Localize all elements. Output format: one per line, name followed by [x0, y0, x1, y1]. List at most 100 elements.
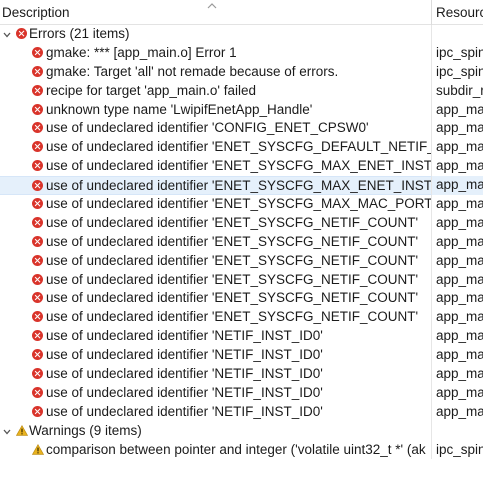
resource-cell: ipc_spin — [436, 63, 483, 79]
error-row[interactable]: use of undeclared identifier 'ENET_SYSCF… — [0, 289, 483, 309]
warnings-group-row[interactable]: Warnings (9 items) — [0, 421, 483, 441]
description-text: use of undeclared identifier 'ENET_SYSCF… — [46, 139, 432, 155]
error-row[interactable]: use of undeclared identifier 'NETIF_INST… — [0, 402, 483, 422]
error-icon — [32, 84, 43, 96]
warnings-group-resource-cell — [433, 422, 483, 441]
error-icon — [32, 368, 43, 380]
description-text: use of undeclared identifier 'NETIF_INST… — [46, 403, 323, 419]
chevron-down-icon[interactable] — [2, 30, 12, 40]
problems-tree: Errors (21 items) gmake: *** [app_main.o… — [0, 25, 483, 460]
resource-cell: app_ma — [436, 101, 483, 117]
resource-cell: ipc_spin — [436, 441, 483, 457]
error-icon — [32, 311, 43, 323]
warning-icon — [32, 443, 44, 455]
resource-cell: app_ma — [436, 252, 483, 268]
resource-cell: app_ma — [436, 177, 483, 193]
error-row[interactable]: use of undeclared identifier 'NETIF_INST… — [0, 346, 483, 366]
description-text: use of undeclared identifier 'ENET_SYSCF… — [46, 309, 419, 325]
errors-group-label: Errors (21 items) — [29, 26, 130, 41]
resource-cell: app_ma — [436, 120, 483, 136]
errors-group-row[interactable]: Errors (21 items) — [0, 25, 483, 44]
description-text: gmake: *** [app_main.o] Error 1 — [46, 44, 237, 60]
error-row[interactable]: use of undeclared identifier 'NETIF_INST… — [0, 365, 483, 384]
error-row[interactable]: gmake: Target 'all' not remade because o… — [0, 62, 483, 82]
error-row[interactable]: unknown type name 'LwipifEnetApp_Handle'… — [0, 100, 483, 120]
description-text: gmake: Target 'all' not remade because o… — [46, 63, 339, 79]
errors-group-resource-cell — [433, 25, 483, 44]
column-header-resource-label: Resource — [436, 5, 483, 20]
description-cell: use of undeclared identifier 'ENET_SYSCF… — [0, 176, 432, 196]
error-icon — [32, 141, 43, 153]
error-row[interactable]: use of undeclared identifier 'CONFIG_ENE… — [0, 119, 483, 139]
resource-cell: app_ma — [436, 233, 483, 249]
error-row[interactable]: use of undeclared identifier 'ENET_SYSCF… — [0, 270, 483, 290]
warning-items: comparison between pointer and integer (… — [0, 440, 483, 460]
resource-cell: app_ma — [436, 158, 483, 174]
column-header-resource[interactable]: Resource — [433, 0, 483, 25]
description-text: use of undeclared identifier 'CONFIG_ENE… — [46, 120, 369, 136]
description-cell: use of undeclared identifier 'ENET_SYSCF… — [0, 232, 432, 252]
error-icon — [32, 330, 43, 342]
error-icon — [32, 180, 43, 192]
warnings-group-description-cell: Warnings (9 items) — [0, 421, 432, 441]
resource-cell: app_ma — [436, 403, 483, 419]
description-cell: use of undeclared identifier 'NETIF_INST… — [0, 327, 432, 347]
warnings-group-label: Warnings (9 items) — [29, 422, 142, 438]
resource-cell: app_ma — [436, 139, 483, 155]
error-icon — [32, 198, 43, 210]
description-text: use of undeclared identifier 'ENET_SYSCF… — [46, 196, 432, 212]
error-row[interactable]: use of undeclared identifier 'ENET_SYSCF… — [0, 308, 483, 328]
error-icon — [32, 254, 43, 266]
error-row[interactable]: use of undeclared identifier 'ENET_SYSCF… — [0, 232, 483, 252]
description-cell: gmake: Target 'all' not remade because o… — [0, 62, 432, 82]
description-text: use of undeclared identifier 'ENET_SYSCF… — [46, 290, 419, 306]
description-cell: use of undeclared identifier 'NETIF_INST… — [0, 365, 432, 384]
chevron-down-icon[interactable] — [2, 427, 12, 437]
error-row[interactable]: use of undeclared identifier 'NETIF_INST… — [0, 383, 483, 403]
error-icon — [32, 65, 43, 77]
resource-cell: app_ma — [436, 366, 483, 382]
error-row[interactable]: use of undeclared identifier 'ENET_SYSCF… — [0, 138, 483, 158]
description-cell: use of undeclared identifier 'ENET_SYSCF… — [0, 251, 432, 271]
description-text: use of undeclared identifier 'ENET_SYSCF… — [46, 252, 419, 268]
description-text: use of undeclared identifier 'NETIF_INST… — [46, 347, 323, 363]
error-row[interactable]: gmake: *** [app_main.o] Error 1 ipc_spin — [0, 43, 483, 63]
resource-cell: app_ma — [436, 271, 483, 287]
description-text: use of undeclared identifier 'ENET_SYSCF… — [46, 214, 419, 230]
table-header: Description Resource — [0, 0, 483, 25]
description-cell: use of undeclared identifier 'ENET_SYSCF… — [0, 308, 432, 328]
error-icon — [32, 292, 43, 304]
column-header-description-label: Description — [2, 5, 70, 20]
error-icon — [32, 386, 43, 398]
resource-cell: app_ma — [436, 196, 483, 212]
description-text: use of undeclared identifier 'NETIF_INST… — [46, 366, 323, 382]
description-text: use of undeclared identifier 'ENET_SYSCF… — [46, 271, 419, 287]
error-icon — [32, 273, 43, 285]
error-icon — [32, 46, 43, 58]
resource-cell: app_ma — [436, 347, 483, 363]
resource-cell: ipc_spin — [436, 44, 483, 60]
description-cell: unknown type name 'LwipifEnetApp_Handle' — [0, 100, 432, 120]
description-cell: gmake: *** [app_main.o] Error 1 — [0, 43, 432, 63]
error-row[interactable]: use of undeclared identifier 'ENET_SYSCF… — [0, 195, 483, 214]
description-text: use of undeclared identifier 'NETIF_INST… — [46, 384, 323, 400]
error-icon — [32, 405, 43, 417]
description-cell: use of undeclared identifier 'ENET_SYSCF… — [0, 270, 432, 290]
error-row[interactable]: use of undeclared identifier 'ENET_SYSCF… — [0, 251, 483, 271]
description-cell: use of undeclared identifier 'ENET_SYSCF… — [0, 195, 432, 214]
description-text: recipe for target 'app_main.o' failed — [46, 82, 257, 98]
error-row[interactable]: use of undeclared identifier 'ENET_SYSCF… — [0, 157, 483, 177]
description-text: use of undeclared identifier 'ENET_SYSCF… — [46, 178, 432, 194]
description-cell: use of undeclared identifier 'ENET_SYSCF… — [0, 213, 432, 233]
error-icon — [32, 216, 43, 228]
description-text: comparison between pointer and integer (… — [46, 441, 426, 457]
errors-group-description-cell: Errors (21 items) — [0, 25, 432, 44]
error-row[interactable]: use of undeclared identifier 'ENET_SYSCF… — [0, 176, 483, 196]
warning-row[interactable]: comparison between pointer and integer (… — [0, 440, 483, 460]
error-row[interactable]: use of undeclared identifier 'ENET_SYSCF… — [0, 213, 483, 233]
resource-cell: subdir_r — [436, 82, 483, 98]
error-row[interactable]: use of undeclared identifier 'NETIF_INST… — [0, 327, 483, 347]
error-row[interactable]: recipe for target 'app_main.o' failed sub… — [0, 81, 483, 101]
warning-icon — [16, 424, 28, 436]
error-icon — [32, 235, 43, 247]
